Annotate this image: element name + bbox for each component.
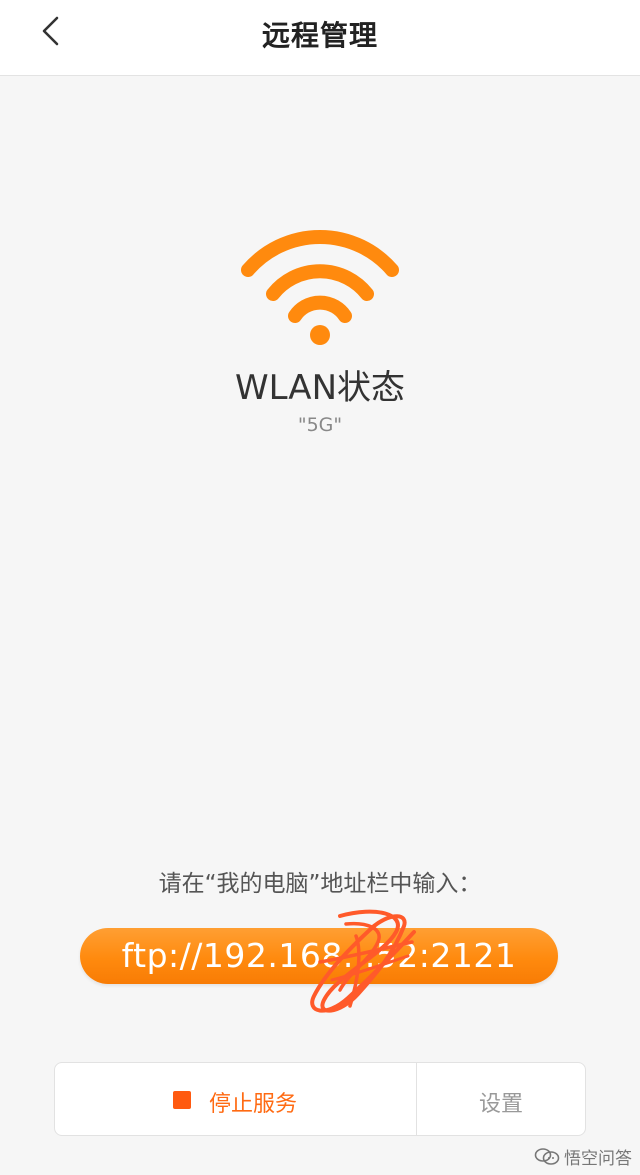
stop-service-button[interactable]: 停止服务 (55, 1063, 417, 1135)
network-name: "5G" (297, 414, 343, 436)
top-bar: 远程管理 (0, 0, 640, 76)
wifi-icon (240, 228, 400, 350)
watermark-text: 悟空问答 (564, 1148, 632, 1169)
settings-label: 设置 (478, 1092, 523, 1117)
stop-service-label: 停止服务 (209, 1092, 298, 1117)
ftp-address: ftp://192.168. .52:2121 (121, 936, 517, 975)
service-action-bar: 停止服务 设置 (54, 1062, 586, 1136)
ftp-address-pill[interactable]: ftp://192.168. .52:2121 (80, 928, 558, 984)
watermark: 悟空问答 (534, 1144, 632, 1169)
chat-bubbles-icon (534, 1148, 560, 1165)
address-instruction: 请在“我的电脑”地址栏中输入： (158, 871, 482, 897)
page-title: 远程管理 (261, 19, 378, 52)
settings-button[interactable]: 设置 (417, 1063, 585, 1135)
wlan-status-title: WLAN状态 (234, 368, 406, 408)
stop-icon (173, 1091, 191, 1109)
